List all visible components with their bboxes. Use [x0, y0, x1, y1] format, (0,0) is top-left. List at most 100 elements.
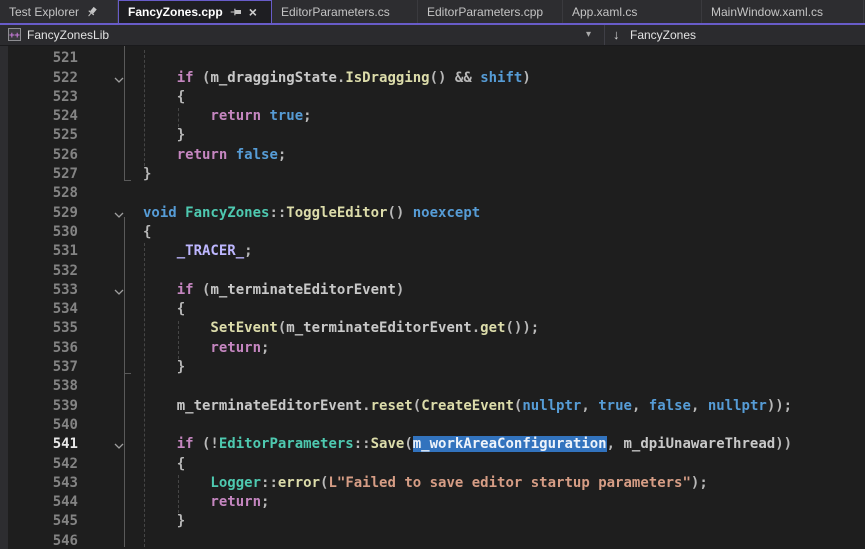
close-icon[interactable]: ×	[249, 6, 257, 18]
code-text[interactable]: }	[143, 127, 865, 146]
code-line-535[interactable]: 535 SetEvent(m_terminateEditorEvent.get(…	[8, 320, 865, 339]
token: m_terminateEditorEvent	[143, 398, 362, 414]
code-text[interactable]: {	[143, 456, 865, 475]
code-line-524[interactable]: 524 return true;	[8, 108, 865, 127]
line-number[interactable]: 523	[8, 89, 78, 108]
code-line-544[interactable]: 544 return;	[8, 494, 865, 513]
tab-test-explorer[interactable]: Test Explorer	[0, 0, 118, 23]
code-line-527[interactable]: 527}	[8, 166, 865, 185]
code-text[interactable]: if (m_draggingState.IsDragging() && shif…	[143, 70, 865, 89]
code-text[interactable]: m_terminateEditorEvent.reset(CreateEvent…	[143, 398, 865, 417]
token: )	[522, 70, 530, 86]
code-line-523[interactable]: 523 {	[8, 89, 865, 108]
line-number[interactable]: 538	[8, 378, 78, 397]
code-line-530[interactable]: 530 {	[8, 224, 865, 243]
line-number[interactable]: 524	[8, 108, 78, 127]
line-number[interactable]: 531	[8, 243, 78, 262]
line-number[interactable]: 542	[8, 456, 78, 475]
code-text[interactable]: }	[143, 513, 865, 532]
code-text[interactable]: }	[143, 166, 865, 185]
code-line-529[interactable]: 529 void FancyZones::ToggleEditor() noexc…	[8, 205, 865, 224]
code-line-543[interactable]: 543 Logger::error(L"Failed to save edito…	[8, 475, 865, 494]
pin-icon[interactable]	[230, 6, 242, 18]
code-line-532[interactable]: 532	[8, 263, 865, 282]
token: ::	[354, 436, 371, 452]
code-line-522[interactable]: 522 if (m_draggingState.IsDragging() && …	[8, 70, 865, 89]
member-dropdown[interactable]: FancyZones	[630, 28, 696, 42]
line-number[interactable]: 533	[8, 282, 78, 301]
line-number[interactable]: 529	[8, 205, 78, 224]
line-number[interactable]: 525	[8, 127, 78, 146]
code-text[interactable]	[143, 185, 865, 204]
line-number[interactable]: 545	[8, 513, 78, 532]
fold-chevron-icon[interactable]	[78, 205, 143, 224]
line-number[interactable]: 521	[8, 50, 78, 69]
code-text[interactable]: }	[143, 359, 865, 378]
code-editor[interactable]: 520 } ————— ———————————— ————————————521…	[0, 46, 865, 549]
code-line-534[interactable]: 534 {	[8, 301, 865, 320]
code-text[interactable]: return false;	[143, 147, 865, 166]
code-line-525[interactable]: 525 }	[8, 127, 865, 146]
project-scope-label[interactable]: FancyZonesLib	[27, 28, 109, 42]
line-number[interactable]: 534	[8, 301, 78, 320]
code-text[interactable]: return true;	[143, 108, 865, 127]
tab-label: EditorParameters.cs	[281, 5, 390, 19]
fold-chevron-icon[interactable]	[78, 282, 143, 301]
tab-mainwindow-xaml-cs[interactable]: MainWindow.xaml.cs	[702, 0, 864, 23]
line-number[interactable]: 539	[8, 398, 78, 417]
code-line-526[interactable]: 526 return false;	[8, 147, 865, 166]
line-number[interactable]: 535	[8, 320, 78, 339]
code-text[interactable]: {	[143, 224, 865, 243]
line-number[interactable]: 522	[8, 70, 78, 89]
code-text[interactable]: void FancyZones::ToggleEditor() noexcept	[143, 205, 865, 224]
fold-chevron-icon[interactable]	[78, 436, 143, 455]
code-text[interactable]: if (m_terminateEditorEvent)	[143, 282, 865, 301]
code-text[interactable]	[143, 263, 865, 282]
code-line-531[interactable]: 531 _TRACER_;	[8, 243, 865, 262]
code-text[interactable]: SetEvent(m_terminateEditorEvent.get());	[143, 320, 865, 339]
code-text[interactable]: {	[143, 301, 865, 320]
code-line-528[interactable]: 528	[8, 185, 865, 204]
line-number[interactable]: 526	[8, 147, 78, 166]
tab-app-xaml-cs[interactable]: App.xaml.cs	[563, 0, 702, 23]
code-text[interactable]: if (!EditorParameters::Save(m_workAreaCo…	[143, 436, 865, 455]
code-text[interactable]	[143, 378, 865, 397]
code-line-536[interactable]: 536 return;	[8, 340, 865, 359]
line-number[interactable]: 528	[8, 185, 78, 204]
fold-margin	[78, 50, 143, 69]
code-text[interactable]: _TRACER_;	[143, 243, 865, 262]
code-line-540[interactable]: 540	[8, 417, 865, 436]
line-number[interactable]: 527	[8, 166, 78, 185]
code-text[interactable]	[143, 50, 865, 69]
line-number[interactable]: 543	[8, 475, 78, 494]
line-number[interactable]: 532	[8, 263, 78, 282]
line-number[interactable]: 540	[8, 417, 78, 436]
code-line-538[interactable]: 538	[8, 378, 865, 397]
pin-icon[interactable]	[86, 6, 98, 18]
fold-chevron-icon[interactable]	[78, 70, 143, 89]
tab-editorparameters-cpp[interactable]: EditorParameters.cpp	[418, 0, 563, 23]
code-text[interactable]	[143, 417, 865, 436]
line-number[interactable]: 541	[8, 436, 78, 455]
code-text[interactable]: {	[143, 89, 865, 108]
code-text[interactable]	[143, 533, 865, 549]
code-line-542[interactable]: 542 {	[8, 456, 865, 475]
chevron-down-icon[interactable]: ▾	[586, 29, 591, 40]
line-number[interactable]: 530	[8, 224, 78, 243]
code-line-539[interactable]: 539 m_terminateEditorEvent.reset(CreateE…	[8, 398, 865, 417]
code-line-533[interactable]: 533 if (m_terminateEditorEvent)	[8, 282, 865, 301]
code-line-521[interactable]: 521	[8, 50, 865, 69]
tab-fancyzones-cpp[interactable]: FancyZones.cpp×	[118, 0, 272, 23]
code-line-537[interactable]: 537 }	[8, 359, 865, 378]
code-line-541[interactable]: 541 if (!EditorParameters::Save(m_workAr…	[8, 436, 865, 455]
tab-editorparameters-cs[interactable]: EditorParameters.cs	[272, 0, 418, 23]
code-text[interactable]: return;	[143, 340, 865, 359]
code-text[interactable]: Logger::error(L"Failed to save editor st…	[143, 475, 865, 494]
line-number[interactable]: 536	[8, 340, 78, 359]
line-number[interactable]: 544	[8, 494, 78, 513]
code-text[interactable]: return;	[143, 494, 865, 513]
code-line-545[interactable]: 545 }	[8, 513, 865, 532]
line-number[interactable]: 537	[8, 359, 78, 378]
code-line-546[interactable]: 546	[8, 533, 865, 549]
line-number[interactable]: 546	[8, 533, 78, 549]
